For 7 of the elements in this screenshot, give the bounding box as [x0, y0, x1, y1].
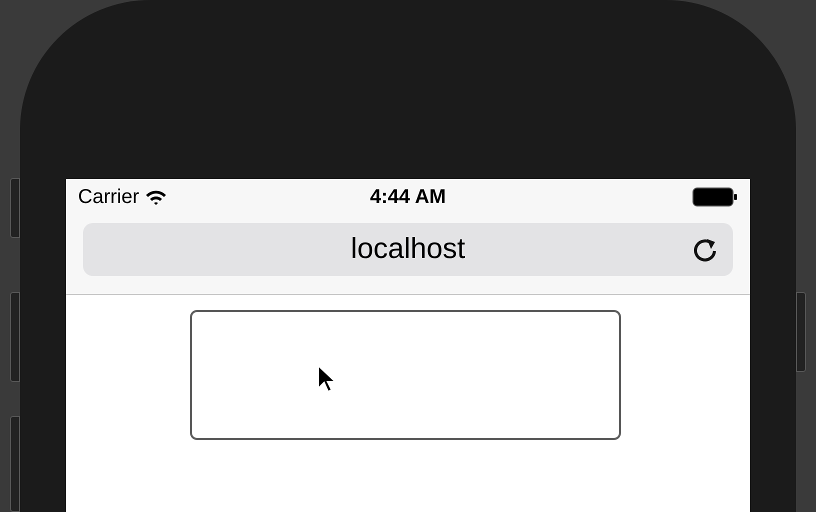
wifi-icon [145, 189, 168, 205]
text-area[interactable] [190, 310, 620, 440]
address-bar[interactable]: localhost [83, 223, 733, 276]
clock-time: 4:44 AM [370, 185, 446, 210]
battery-icon [692, 187, 738, 207]
url-text: localhost [350, 232, 466, 267]
carrier-label: Carrier [78, 185, 140, 210]
